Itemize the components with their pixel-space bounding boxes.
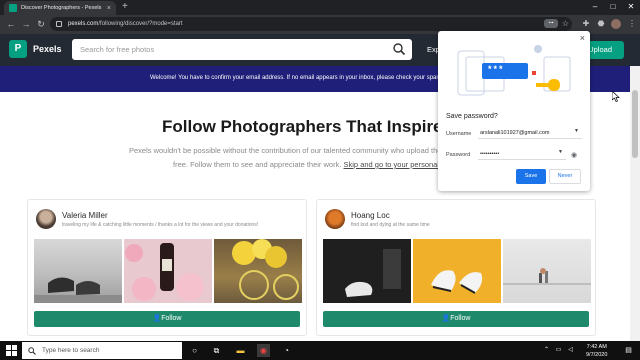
cortana-icon[interactable]: ○ xyxy=(188,344,201,357)
search-icon xyxy=(28,346,36,355)
follow-label: Follow xyxy=(450,315,471,322)
windows-taskbar: Type here to search ○ ⧉ ▬ ◉ ◔ ⌃ ▭ ◁ 7:42… xyxy=(0,341,640,360)
photographer-card: Hoang Loc find lost and dying at the sam… xyxy=(316,199,596,336)
window-close-icon[interactable]: ✕ xyxy=(622,0,640,15)
photographer-name[interactable]: Hoang Loc xyxy=(351,211,390,220)
save-password-dialog: *** × Save password? Username ▼ Password… xyxy=(438,31,590,191)
clock-date: 9/7/2020 xyxy=(586,352,608,358)
taskbar-clock[interactable]: 7:42 AM 9/7/2020 xyxy=(586,343,607,359)
photographer-bio: find lost and dying at the same time xyxy=(351,222,430,228)
password-label: Password xyxy=(446,152,471,158)
back-icon[interactable]: ← xyxy=(5,18,17,30)
page-subtitle-text: free. Follow them to see and appreciate … xyxy=(173,160,342,169)
photographer-bio: traveling my life & catching little mome… xyxy=(62,222,259,228)
new-tab-button[interactable]: + xyxy=(122,1,128,13)
profile-avatar-icon[interactable] xyxy=(611,19,621,29)
username-label: Username xyxy=(446,131,472,137)
password-input[interactable] xyxy=(480,149,570,159)
browser-tab-strip: Discover Photographers - Pexels × + – □ … xyxy=(0,0,640,15)
pexels-logo-icon[interactable]: P xyxy=(9,40,27,58)
follow-button[interactable]: 👤Follow xyxy=(34,311,300,327)
password-illustration-icon xyxy=(457,45,571,96)
windows-start-icon[interactable] xyxy=(6,345,17,356)
clock-time: 7:42 AM xyxy=(586,344,607,350)
notifications-icon[interactable]: ▤ xyxy=(622,344,635,357)
search-box xyxy=(72,39,412,60)
username-input[interactable] xyxy=(480,128,570,138)
chrome-taskbar-icon[interactable]: ◉ xyxy=(257,344,270,357)
dialog-title: Save password? xyxy=(446,113,498,120)
photo-thumbnail[interactable] xyxy=(124,239,212,303)
url-text: pexels.com/following/discover/?mode=star… xyxy=(68,21,183,27)
password-key-icon[interactable]: ⊶ xyxy=(544,19,558,28)
save-button[interactable]: Save xyxy=(516,169,546,184)
forward-icon[interactable]: → xyxy=(20,18,32,30)
browser-tab[interactable]: Discover Photographers - Pexels × xyxy=(4,1,116,15)
follow-button[interactable]: 👤Follow xyxy=(323,311,589,327)
extensions-puzzle-icon[interactable]: ⬣ xyxy=(595,18,607,30)
tab-close-button[interactable]: × xyxy=(107,5,111,12)
taskbar-search-box[interactable]: Type here to search xyxy=(22,342,182,359)
chrome-menu-icon[interactable]: ⋮ xyxy=(626,18,638,30)
photo-strip xyxy=(323,239,591,303)
photographer-card: Valeria Miller traveling my life & catch… xyxy=(27,199,307,336)
mouse-cursor-icon xyxy=(612,91,620,102)
pexels-favicon-icon xyxy=(9,4,17,12)
task-view-icon[interactable]: ⧉ xyxy=(210,344,223,357)
banner-text: Welcome! You have to confirm your email … xyxy=(150,75,460,81)
page-title: Follow Photographers That Inspire You xyxy=(162,117,478,136)
reload-icon[interactable]: ↻ xyxy=(35,18,47,30)
search-icon[interactable] xyxy=(392,42,406,56)
photo-thumbnail[interactable] xyxy=(34,239,122,303)
photo-thumbnail[interactable] xyxy=(323,239,411,303)
scrollbar-thumb[interactable] xyxy=(632,90,638,158)
photo-thumbnail[interactable] xyxy=(413,239,501,303)
photo-thumbnail[interactable] xyxy=(503,239,591,303)
avatar[interactable] xyxy=(325,209,345,229)
photographer-name[interactable]: Valeria Miller xyxy=(62,211,108,220)
chevron-down-icon[interactable]: ▼ xyxy=(574,128,579,134)
volume-icon[interactable]: ◁ xyxy=(564,344,577,357)
bookmark-star-icon[interactable]: ☆ xyxy=(562,17,569,31)
page-subtitle-line2: free. Follow them to see and appreciate … xyxy=(173,160,456,169)
follow-label: Follow xyxy=(161,315,182,322)
url-path: /following/discover/?mode=start xyxy=(98,21,183,27)
avatar[interactable] xyxy=(36,209,56,229)
app-taskbar-icon[interactable]: ◔ xyxy=(280,344,293,357)
extension-icon[interactable]: ✚ xyxy=(580,18,592,30)
search-input[interactable] xyxy=(80,44,380,55)
lock-icon xyxy=(56,21,62,27)
taskbar-search-placeholder: Type here to search xyxy=(42,347,100,354)
tab-title: Discover Photographers - Pexels xyxy=(21,5,102,11)
minimize-icon[interactable]: – xyxy=(586,0,604,15)
brand-name[interactable]: Pexels xyxy=(33,44,62,54)
password-badge-text: *** xyxy=(488,64,505,74)
page-subtitle-line1: Pexels wouldn't be possible without the … xyxy=(129,146,482,155)
show-password-eye-icon[interactable]: ◉ xyxy=(571,151,577,159)
photo-strip xyxy=(34,239,302,303)
username-field: ▼ xyxy=(478,127,582,139)
address-bar[interactable]: pexels.com/following/discover/?mode=star… xyxy=(50,17,572,31)
dialog-close-button[interactable]: × xyxy=(580,33,585,43)
never-button[interactable]: Never xyxy=(549,169,581,184)
chevron-down-icon[interactable]: ▼ xyxy=(558,149,563,155)
url-host: pexels.com xyxy=(68,21,99,27)
photo-thumbnail[interactable] xyxy=(214,239,302,303)
password-field: ▼ xyxy=(478,148,570,160)
file-explorer-icon[interactable]: ▬ xyxy=(234,344,247,357)
maximize-icon[interactable]: □ xyxy=(604,0,622,15)
